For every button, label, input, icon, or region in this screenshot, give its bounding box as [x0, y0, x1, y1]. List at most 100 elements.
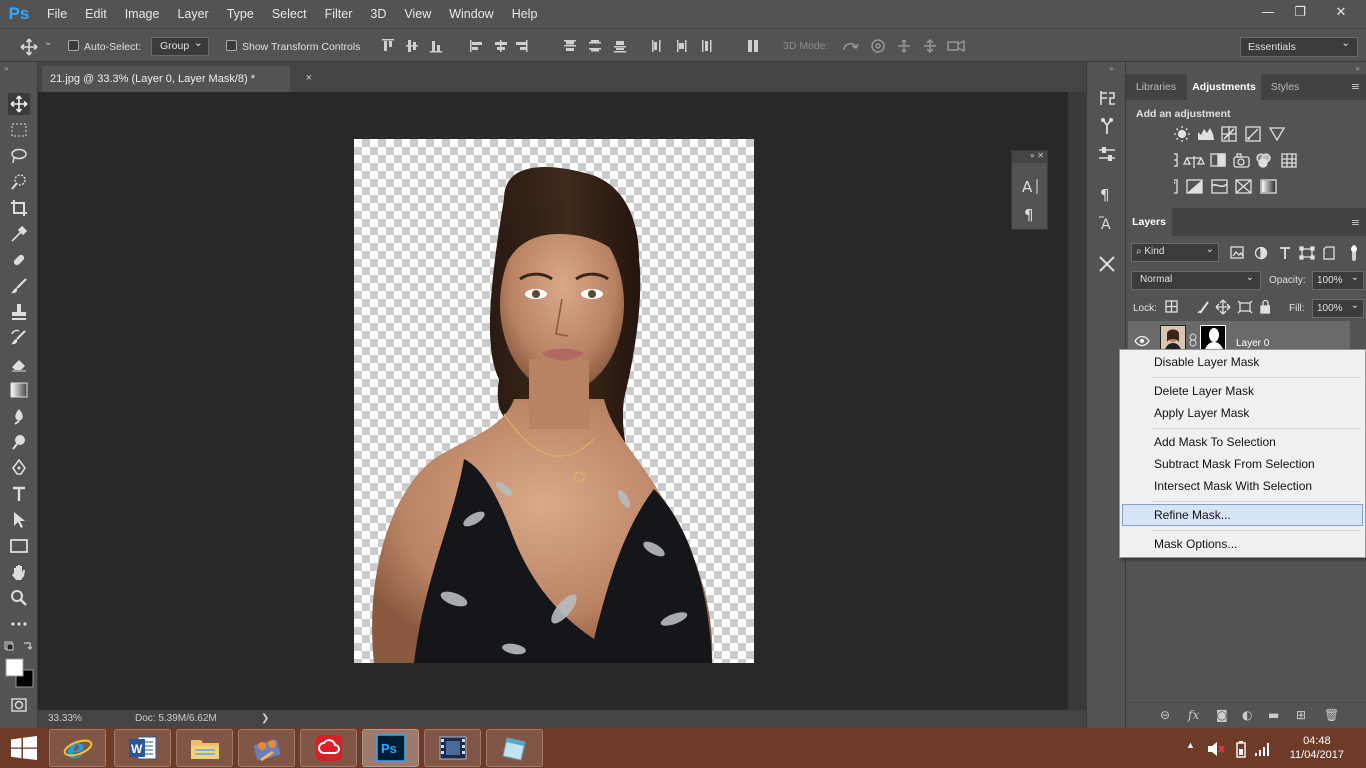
auto-select-checkbox[interactable]: Auto-Select: [68, 40, 141, 53]
paragraph-panel-icon[interactable]: ¶ [1023, 205, 1039, 223]
taskbar-movie-maker[interactable] [424, 729, 481, 767]
menu-type[interactable]: Type [218, 0, 263, 28]
menu-add-mask-to-selection[interactable]: Add Mask To Selection [1154, 435, 1276, 449]
blur-tool-icon[interactable] [8, 405, 30, 427]
menu-apply-layer-mask[interactable]: Apply Layer Mask [1154, 406, 1249, 420]
menu-subtract-mask-from-selection[interactable]: Subtract Mask From Selection [1154, 457, 1315, 471]
restore-button[interactable]: ❐ [1284, 0, 1316, 24]
gradient-tool-icon[interactable] [8, 379, 30, 401]
auto-select-dropdown[interactable]: Group [151, 36, 209, 56]
lasso-tool-icon[interactable] [8, 145, 30, 167]
status-menu-arrow[interactable]: ❯ [261, 713, 269, 724]
menu-intersect-mask-with-selection[interactable]: Intersect Mask With Selection [1154, 479, 1312, 493]
hand-tool-icon[interactable] [8, 561, 30, 583]
quick-mask-icon[interactable] [8, 694, 30, 716]
pen-tool-icon[interactable] [8, 457, 30, 479]
clone-stamp-tool-icon[interactable] [8, 301, 30, 323]
menu-help[interactable]: Help [503, 0, 547, 28]
blend-mode-dropdown[interactable]: Normal ⌄ [1131, 271, 1261, 290]
layer-visibility-eye-icon[interactable] [1134, 335, 1150, 347]
brush-tool-icon[interactable] [8, 275, 30, 297]
tools-collapse-icon[interactable]: » [4, 64, 9, 73]
menu-layer[interactable]: Layer [168, 0, 217, 28]
layer-filter-icons[interactable] [1230, 245, 1362, 261]
show-transform-checkbox[interactable]: Show Transform Controls [226, 40, 360, 53]
taskbar-creative-cloud[interactable] [300, 729, 357, 767]
menu-filter[interactable]: Filter [316, 0, 362, 28]
character-panel-icon[interactable]: A [1021, 177, 1041, 195]
adjustments-panel-menu-icon[interactable]: ≡ [1351, 80, 1360, 93]
menu-file[interactable]: File [38, 0, 76, 28]
menu-view[interactable]: View [395, 0, 440, 28]
zoom-tool-icon[interactable] [8, 587, 30, 609]
link-layers-icon[interactable]: ⊖ [1160, 708, 1170, 722]
show-hidden-icons[interactable]: ▲ [1186, 740, 1195, 768]
close-document-icon[interactable]: × [306, 72, 312, 84]
tab-styles[interactable]: Styles [1262, 74, 1308, 100]
marquee-tool-icon[interactable] [8, 119, 30, 141]
tool-preset-chevron-icon[interactable]: ⌄ [44, 37, 52, 48]
taskbar-internet-explorer[interactable]: e [49, 729, 106, 767]
battery-icon[interactable] [1236, 740, 1246, 758]
taskbar-word[interactable]: W [114, 729, 171, 767]
align-distribute-icons[interactable] [380, 39, 780, 53]
properties-panel-icon[interactable] [1097, 144, 1117, 164]
taskbar-photoshop[interactable]: Ps [362, 729, 419, 767]
strip-collapse-icon[interactable]: « [1109, 64, 1114, 73]
menu-delete-layer-mask[interactable]: Delete Layer Mask [1154, 384, 1254, 398]
vertical-scrollbar[interactable] [1068, 92, 1086, 710]
layer-name[interactable]: Layer 0 [1236, 338, 1269, 349]
mask-link-icon[interactable] [1189, 333, 1197, 347]
tool-presets-icon[interactable] [1097, 254, 1117, 274]
taskbar-file-explorer[interactable] [176, 729, 233, 767]
dodge-tool-icon[interactable] [8, 431, 30, 453]
document-tab[interactable]: 21.jpg @ 33.3% (Layer 0, Layer Mask/8) *… [42, 66, 312, 92]
volume-muted-icon[interactable] [1207, 741, 1225, 757]
mini-panel-header[interactable]: » ✕ [1012, 151, 1047, 163]
new-layer-icon[interactable]: ⊞ [1296, 708, 1306, 722]
close-button[interactable]: ✕ [1316, 0, 1366, 24]
opacity-field[interactable]: 100% ⌄ [1312, 271, 1364, 290]
menu-3d[interactable]: 3D [361, 0, 395, 28]
taskbar-media-player[interactable] [238, 729, 295, 767]
menu-disable-layer-mask[interactable]: Disable Layer Mask [1154, 355, 1259, 369]
more-tools-icon[interactable] [8, 613, 30, 635]
layer-kind-filter[interactable]: ⌕ Kind ⌄ [1131, 243, 1219, 262]
zoom-level[interactable]: 33.33% [48, 713, 82, 724]
tab-layers[interactable]: Layers [1126, 208, 1172, 236]
adjustment-layer-icon[interactable]: ◐ [1242, 708, 1252, 722]
show-transform-check[interactable] [226, 40, 237, 51]
tab-adjustments[interactable]: Adjustments [1187, 74, 1261, 100]
rectangle-tool-icon[interactable] [8, 535, 30, 557]
start-button[interactable] [0, 728, 48, 768]
move-tool-icon[interactable] [8, 93, 30, 115]
history-brush-tool-icon[interactable] [8, 327, 30, 349]
path-selection-tool-icon[interactable] [8, 509, 30, 531]
character-styles-icon[interactable]: A [1097, 212, 1117, 232]
eyedropper-tool-icon[interactable] [8, 223, 30, 245]
menu-window[interactable]: Window [440, 0, 502, 28]
system-clock[interactable]: 04:48 11/04/2017 [1290, 734, 1344, 762]
menu-select[interactable]: Select [263, 0, 316, 28]
menu-mask-options[interactable]: Mask Options... [1154, 537, 1237, 551]
type-tool-icon[interactable] [8, 483, 30, 505]
quick-selection-tool-icon[interactable] [8, 171, 30, 193]
menu-refine-mask[interactable]: Refine Mask... [1154, 508, 1231, 522]
signal-strength-icon[interactable] [1254, 741, 1272, 757]
history-panel-icon[interactable] [1097, 88, 1117, 108]
layer-style-fx-icon[interactable]: fx [1188, 708, 1199, 722]
new-group-icon[interactable]: ▬ [1268, 708, 1279, 722]
auto-select-check[interactable] [68, 40, 79, 51]
menu-edit[interactable]: Edit [76, 0, 116, 28]
minimize-button[interactable]: — [1252, 0, 1284, 24]
eraser-tool-icon[interactable] [8, 353, 30, 375]
menu-image[interactable]: Image [116, 0, 169, 28]
taskbar-notepad[interactable] [486, 729, 543, 767]
color-swatches[interactable] [4, 640, 34, 690]
layers-panel-menu-icon[interactable]: ≡ [1351, 216, 1360, 229]
lock-icons[interactable] [1164, 299, 1270, 315]
add-mask-icon[interactable]: ◙ [1216, 708, 1228, 722]
fill-field[interactable]: 100% ⌄ [1312, 299, 1364, 318]
move-tool-icon[interactable] [20, 38, 38, 56]
actions-panel-icon[interactable] [1097, 116, 1117, 136]
